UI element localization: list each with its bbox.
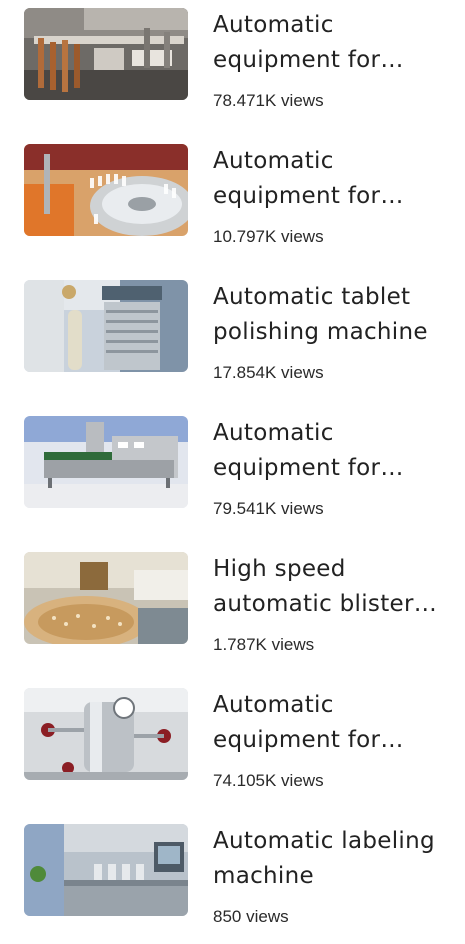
tablet-polisher-image: [24, 280, 188, 372]
capsule-feeder-image: [24, 552, 188, 644]
view-count: 78.471K views: [213, 91, 324, 110]
video-title[interactable]: High speed automatic blister packing: [213, 552, 453, 622]
labeling-line-image: [24, 824, 188, 916]
view-count: 17.854K views: [213, 363, 324, 382]
induction-sealer-image: [24, 416, 188, 508]
video-thumbnail[interactable]: [24, 280, 188, 372]
view-count: 10.797K views: [213, 227, 324, 246]
video-thumbnail[interactable]: [24, 552, 188, 644]
video-title[interactable]: Automatic labeling machine: [213, 824, 453, 894]
machine-gripper-line-image: [24, 8, 188, 100]
video-thumbnail[interactable]: [24, 8, 188, 100]
video-title[interactable]: Automatic equipment for bottling: [213, 8, 453, 78]
video-item[interactable]: Automatic labeling machine 850 views: [0, 824, 465, 944]
video-title[interactable]: Automatic tablet polishing machine: [213, 280, 453, 350]
video-thumbnail[interactable]: [24, 824, 188, 916]
video-title[interactable]: Automatic equipment for bottles: [213, 144, 453, 214]
video-item[interactable]: Automatic equipment for bottling 78.471K…: [0, 8, 465, 128]
view-count: 1.787K views: [213, 635, 315, 654]
steel-tank-valves-image: [24, 688, 188, 780]
video-item[interactable]: Automatic equipment for bottles 10.797K …: [0, 144, 465, 264]
video-item[interactable]: Automatic equipment for sealing 79.541K …: [0, 416, 465, 536]
video-thumbnail[interactable]: [24, 416, 188, 508]
view-count: 79.541K views: [213, 499, 324, 518]
video-item[interactable]: High speed automatic blister packing 1.7…: [0, 552, 465, 672]
video-title[interactable]: Automatic equipment for mixing: [213, 688, 453, 758]
video-thumbnail[interactable]: [24, 688, 188, 780]
video-thumbnail[interactable]: [24, 144, 188, 236]
view-count: 850 views: [213, 907, 289, 926]
view-count: 74.105K views: [213, 771, 324, 790]
video-item[interactable]: Automatic tablet polishing machine 17.85…: [0, 280, 465, 400]
video-title[interactable]: Automatic equipment for sealing: [213, 416, 453, 486]
video-item[interactable]: Automatic equipment for mixing 74.105K v…: [0, 688, 465, 808]
bottle-unscrambler-image: [24, 144, 188, 236]
